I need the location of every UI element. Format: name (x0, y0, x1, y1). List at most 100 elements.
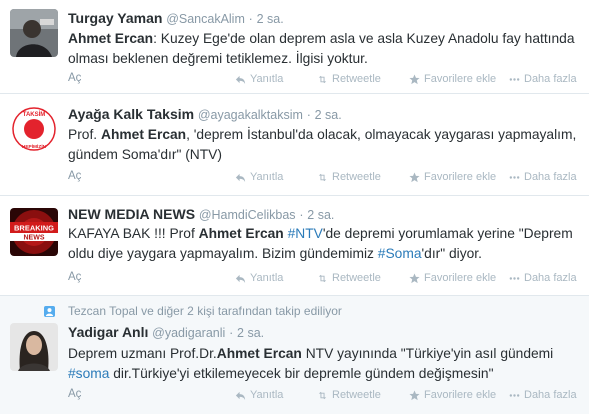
more-button[interactable]: Daha fazla (509, 389, 577, 401)
reply-icon (235, 75, 246, 84)
reply-button[interactable]: Yanıtla (235, 272, 283, 284)
open-link[interactable]: Aç (68, 271, 81, 283)
tweet-item[interactable]: BREAKING NEWS NEW MEDIA NEWS @HamdiCelik… (0, 196, 589, 296)
reply-label: Yanıtla (250, 171, 284, 183)
user-photo-icon (10, 9, 58, 57)
reply-label: Yanıtla (250, 272, 284, 284)
tweet-header: Turgay Yaman @SancakAlim · 2 sa. (68, 9, 284, 28)
reply-icon (235, 391, 246, 400)
more-dots-icon (509, 77, 520, 81)
author-name[interactable]: Ayağa Kalk Taksim (68, 106, 194, 122)
open-link[interactable]: Aç (68, 170, 81, 182)
retweet-button[interactable]: Retweetle (317, 272, 381, 284)
favorite-button[interactable]: Favorilere ekle (409, 171, 496, 183)
retweet-button[interactable]: Retweetle (317, 171, 381, 183)
favorite-label: Favorilere ekle (424, 171, 497, 183)
tweet-header: Ayağa Kalk Taksim @ayagakalktaksim · 2 s… (68, 105, 342, 124)
reply-icon (235, 274, 246, 283)
separator: · (248, 12, 253, 26)
hashtag-link[interactable]: #soma (68, 366, 109, 381)
logo-text-top: TAKSİM (23, 111, 46, 118)
retweet-button[interactable]: Retweetle (317, 73, 381, 85)
star-icon (409, 73, 420, 84)
reply-label: Yanıtla (250, 389, 284, 401)
reply-button[interactable]: Yanıtla (235, 389, 283, 401)
text-segment: Deprem uzmanı Prof.Dr. (68, 346, 217, 361)
timestamp[interactable]: 2 sa. (315, 108, 342, 122)
breaking-news-icon: BREAKING NEWS (10, 208, 58, 256)
more-button[interactable]: Daha fazla (509, 171, 577, 183)
tweet-header: NEW MEDIA NEWS @HamdiCelikbas · 2 sa. (68, 205, 334, 224)
retweet-label: Retweetle (332, 171, 381, 183)
favorite-button[interactable]: Favorilere ekle (409, 389, 496, 401)
more-label: Daha fazla (524, 171, 577, 183)
author-handle[interactable]: @SancakAlim (166, 12, 245, 26)
retweet-label: Retweetle (332, 389, 381, 401)
logo-text-bottom: HEPİMİZİN (22, 143, 47, 150)
tweet-item[interactable]: TAKSİM HEPİMİZİN Ayağa Kalk Taksim @ayag… (0, 94, 589, 196)
reply-button[interactable]: Yanıtla (235, 171, 283, 183)
more-button[interactable]: Daha fazla (509, 272, 577, 284)
favorite-label: Favorilere ekle (424, 73, 497, 85)
favorite-label: Favorilere ekle (424, 272, 497, 284)
timestamp[interactable]: 2 sa. (237, 326, 264, 340)
separator: · (229, 326, 234, 340)
author-handle[interactable]: @yadigaranli (152, 326, 225, 340)
tweet-text: Deprem uzmanı Prof.Dr.Ahmet Ercan NTV ya… (68, 344, 578, 383)
star-icon (409, 171, 420, 182)
retweet-icon (318, 75, 327, 83)
open-link[interactable]: Aç (68, 388, 81, 400)
reply-button[interactable]: Yanıtla (235, 73, 283, 85)
retweet-icon (318, 173, 327, 181)
avatar[interactable] (10, 9, 58, 57)
favorite-button[interactable]: Favorilere ekle (409, 73, 496, 85)
user-photo-icon (10, 323, 58, 371)
more-button[interactable]: Daha fazla (509, 73, 577, 85)
star-icon (409, 389, 420, 400)
retweet-label: Retweetle (332, 73, 381, 85)
user-icon (44, 306, 55, 317)
author-name[interactable]: Yadigar Anlı (68, 324, 148, 340)
context-text[interactable]: Tezcan Topal ve diğer 2 kişi tarafından … (68, 304, 342, 318)
logo-text-bottom: NEWS (24, 235, 45, 242)
open-link[interactable]: Aç (68, 72, 81, 84)
logo-text-top: BREAKING (14, 224, 54, 233)
star-icon (409, 272, 420, 283)
highlighted-keyword: Ahmet Ercan (216, 346, 302, 361)
avatar[interactable]: BREAKING NEWS (10, 208, 58, 256)
tweet-item[interactable]: Tezcan Topal ve diğer 2 kişi tarafından … (0, 296, 589, 414)
author-name[interactable]: Turgay Yaman (68, 10, 162, 26)
tweet-actions: Aç Yanıtla Retweetle Favorilere ekle Daha fa… (68, 271, 589, 287)
taksim-logo-icon: TAKSİM HEPİMİZİN (10, 105, 58, 153)
author-handle[interactable]: @HamdiCelikbas (199, 208, 296, 222)
tweet-text: Ahmet Ercan: Kuzey Ege'de olan deprem as… (68, 29, 578, 68)
tweet-actions: Aç Yanıtla Retweetle Favorilere ekle Daha fa… (68, 72, 589, 88)
follow-context: Tezcan Topal ve diğer 2 kişi tarafından … (0, 303, 589, 321)
avatar[interactable]: TAKSİM HEPİMİZİN (10, 105, 58, 153)
avatar[interactable] (10, 323, 58, 371)
text-segment: NTV yayınında "Türkiye'yin asıl gündemi (301, 346, 554, 361)
hashtag-link[interactable]: #NTV (288, 226, 323, 241)
text-segment: KAFAYA BAK !!! Prof (68, 226, 199, 241)
more-label: Daha fazla (524, 389, 577, 401)
separator: · (299, 208, 304, 222)
text-segment: 'dır" diyor. (421, 245, 482, 261)
tweet-text: KAFAYA BAK !!! Prof Ahmet Ercan #NTV'de … (68, 224, 578, 263)
favorite-button[interactable]: Favorilere ekle (409, 272, 496, 284)
hashtag-link[interactable]: #Soma (378, 246, 422, 261)
more-dots-icon (509, 393, 520, 397)
reply-icon (235, 173, 246, 182)
more-dots-icon (509, 175, 520, 179)
author-handle[interactable]: @ayagakalktaksim (198, 108, 303, 122)
timestamp[interactable]: 2 sa. (307, 208, 334, 222)
highlighted-keyword: Ahmet Ercan (100, 127, 187, 142)
timestamp[interactable]: 2 sa. (257, 12, 284, 26)
author-name[interactable]: NEW MEDIA NEWS (68, 206, 195, 222)
tweet-item[interactable]: Turgay Yaman @SancakAlim · 2 sa. Ahmet E… (0, 0, 589, 94)
favorite-label: Favorilere ekle (424, 389, 497, 401)
retweet-button[interactable]: Retweetle (317, 389, 381, 401)
more-label: Daha fazla (524, 73, 577, 85)
more-label: Daha fazla (524, 272, 577, 284)
tweet-actions: Aç Yanıtla Retweetle Favorilere ekle Daha fa… (68, 170, 589, 186)
highlighted-keyword: Ahmet Ercan (68, 31, 154, 46)
